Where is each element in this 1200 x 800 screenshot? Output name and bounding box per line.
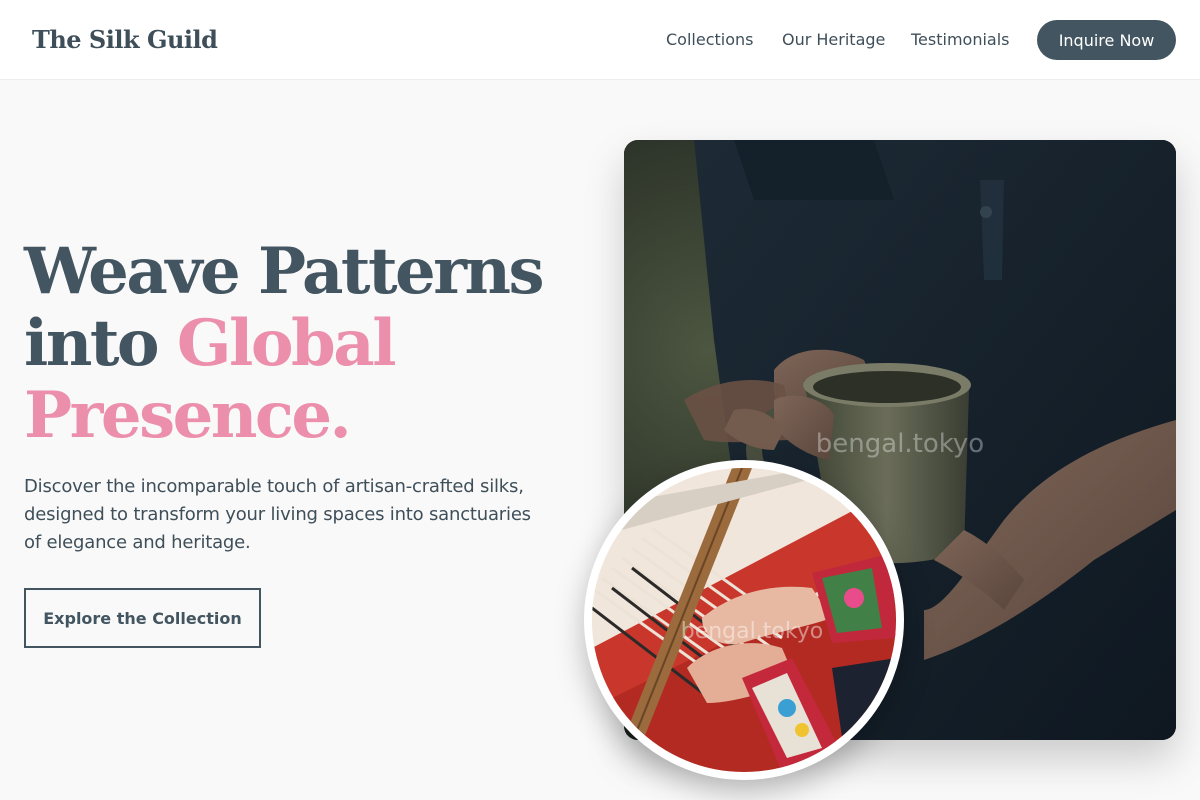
nav-link-our-heritage[interactable]: Our Heritage: [782, 30, 885, 49]
headline-line-3-accent: Presence.: [24, 378, 352, 453]
inset-image-weaving: bengal.tokyo: [584, 460, 904, 780]
explore-collection-button[interactable]: Explore the Collection: [24, 588, 261, 648]
hero-description: Discover the incomparable touch of artis…: [24, 476, 531, 553]
inset-image-watermark: bengal.tokyo: [681, 619, 824, 644]
nav-link-collections[interactable]: Collections: [666, 30, 753, 49]
weaving-loom-illustration: bengal.tokyo: [592, 468, 896, 772]
hero-headline: Weave Patterns into Global Presence.: [24, 236, 584, 452]
nav-link-testimonials[interactable]: Testimonials: [911, 30, 1010, 49]
headline-line-2-plain: into: [24, 306, 177, 381]
headline-line-1: Weave Patterns: [24, 234, 545, 309]
navbar: The Silk Guild Collections Our Heritage …: [0, 0, 1200, 80]
inquire-now-button[interactable]: Inquire Now: [1037, 20, 1176, 60]
main-image-watermark: bengal.tokyo: [816, 429, 984, 459]
headline-line-2-accent: Global: [176, 306, 397, 381]
brand-logo[interactable]: The Silk Guild: [32, 25, 218, 54]
